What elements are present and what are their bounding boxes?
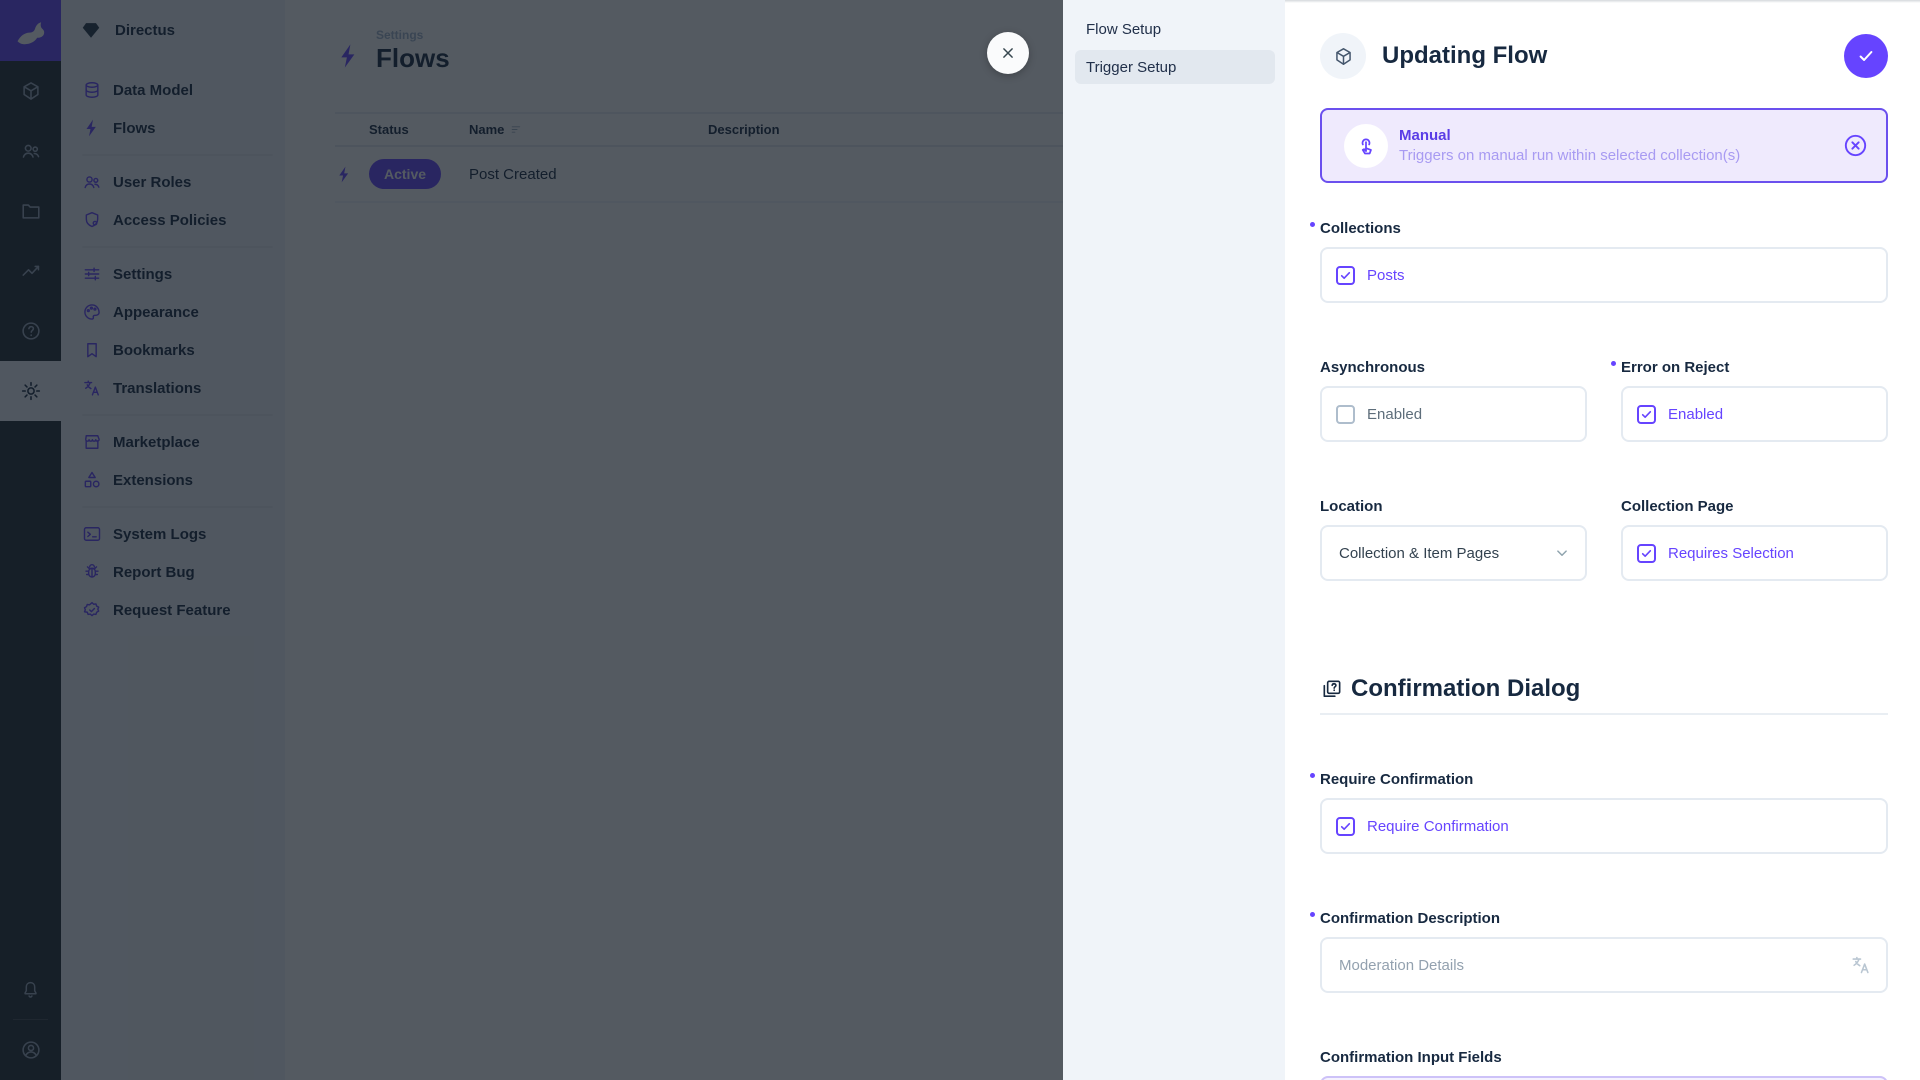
checkbox-posts[interactable] xyxy=(1336,266,1355,285)
dialog-question-icon xyxy=(1320,678,1343,701)
checkbox-label-posts[interactable]: Posts xyxy=(1367,267,1405,284)
save-button[interactable] xyxy=(1844,34,1888,78)
field-label-require-confirmation: Require Confirmation xyxy=(1320,770,1473,789)
asynchronous-box: Enabled xyxy=(1320,386,1587,442)
translate-icon[interactable] xyxy=(1850,954,1872,976)
location-select[interactable]: Collection & Item Pages xyxy=(1320,525,1587,581)
chevron-down-icon xyxy=(1553,544,1571,562)
checkbox-requires-selection[interactable] xyxy=(1637,544,1656,563)
field-label-collection-page: Collection Page xyxy=(1621,497,1734,516)
trigger-subtitle: Triggers on manual run within selected c… xyxy=(1399,145,1740,166)
field-label-asynchronous: Asynchronous xyxy=(1320,358,1425,377)
field-error-on-reject: Error on Reject Enabled xyxy=(1621,358,1888,442)
field-collection-page: Collection Page Requires Selection xyxy=(1621,497,1888,581)
drawer-nav-trigger-setup[interactable]: Trigger Setup xyxy=(1075,50,1275,84)
field-label-collections: Collections xyxy=(1320,219,1401,238)
cancel-circle-icon[interactable] xyxy=(1842,132,1869,159)
field-asynchronous: Asynchronous Enabled xyxy=(1320,358,1587,442)
section-title: Confirmation Dialog xyxy=(1351,674,1580,704)
field-label-error-on-reject: Error on Reject xyxy=(1621,358,1729,377)
trigger-icon-circle xyxy=(1344,124,1388,168)
field-require-confirmation: Require Confirmation Require Confirmatio… xyxy=(1320,770,1888,854)
confirmation-input-fields-list[interactable] xyxy=(1320,1076,1888,1080)
cube-icon xyxy=(1333,46,1354,67)
field-row-async-error: Asynchronous Enabled Error on Reject Ena… xyxy=(1320,358,1888,442)
checkbox-label-asynchronous[interactable]: Enabled xyxy=(1367,406,1422,423)
drawer-nav-flow-setup[interactable]: Flow Setup xyxy=(1075,12,1275,46)
app-root: Directus Data Model Flows User Roles Acc… xyxy=(0,0,1920,1080)
close-icon xyxy=(999,44,1017,62)
trigger-title: Manual xyxy=(1399,126,1740,145)
collection-page-box: Requires Selection xyxy=(1621,525,1888,581)
field-confirmation-input-fields: Confirmation Input Fields xyxy=(1320,1048,1888,1080)
checkbox-label-error-on-reject[interactable]: Enabled xyxy=(1668,406,1723,423)
flow-drawer: Flow Setup Trigger Setup Updating Flow M… xyxy=(1063,0,1920,1080)
trigger-type-card[interactable]: Manual Triggers on manual run within sel… xyxy=(1320,108,1888,183)
checkbox-asynchronous[interactable] xyxy=(1336,405,1355,424)
drawer-title: Updating Flow xyxy=(1382,42,1547,70)
confirmation-description-value: Moderation Details xyxy=(1339,957,1464,974)
checkbox-label-require-confirmation[interactable]: Require Confirmation xyxy=(1367,818,1509,835)
field-label-location: Location xyxy=(1320,497,1383,516)
field-confirmation-description: Confirmation Description Moderation Deta… xyxy=(1320,909,1888,993)
touch-tap-icon xyxy=(1355,135,1377,157)
field-location: Location Collection & Item Pages xyxy=(1320,497,1587,581)
field-row-location-page: Location Collection & Item Pages Collect… xyxy=(1320,497,1888,581)
collections-box: Posts xyxy=(1320,247,1888,303)
drawer-close-button[interactable] xyxy=(987,32,1029,74)
error-on-reject-box: Enabled xyxy=(1621,386,1888,442)
drawer-nav: Flow Setup Trigger Setup xyxy=(1063,0,1285,1080)
check-icon xyxy=(1856,46,1876,66)
confirmation-description-input[interactable]: Moderation Details xyxy=(1320,937,1888,993)
drawer-header-icon-circle xyxy=(1320,33,1366,79)
checkbox-error-on-reject[interactable] xyxy=(1637,405,1656,424)
checkbox-label-requires-selection[interactable]: Requires Selection xyxy=(1668,545,1794,562)
location-select-value: Collection & Item Pages xyxy=(1339,545,1499,562)
drawer-header: Updating Flow xyxy=(1320,33,1888,79)
field-label-confirmation-input-fields: Confirmation Input Fields xyxy=(1320,1048,1502,1067)
checkbox-require-confirmation[interactable] xyxy=(1336,817,1355,836)
section-confirmation-dialog: Confirmation Dialog xyxy=(1320,674,1888,715)
drawer-main: Updating Flow Manual Triggers on manual … xyxy=(1285,0,1920,1080)
require-confirmation-box: Require Confirmation xyxy=(1320,798,1888,854)
field-label-confirmation-description: Confirmation Description xyxy=(1320,909,1500,928)
field-collections: Collections Posts xyxy=(1320,219,1888,303)
